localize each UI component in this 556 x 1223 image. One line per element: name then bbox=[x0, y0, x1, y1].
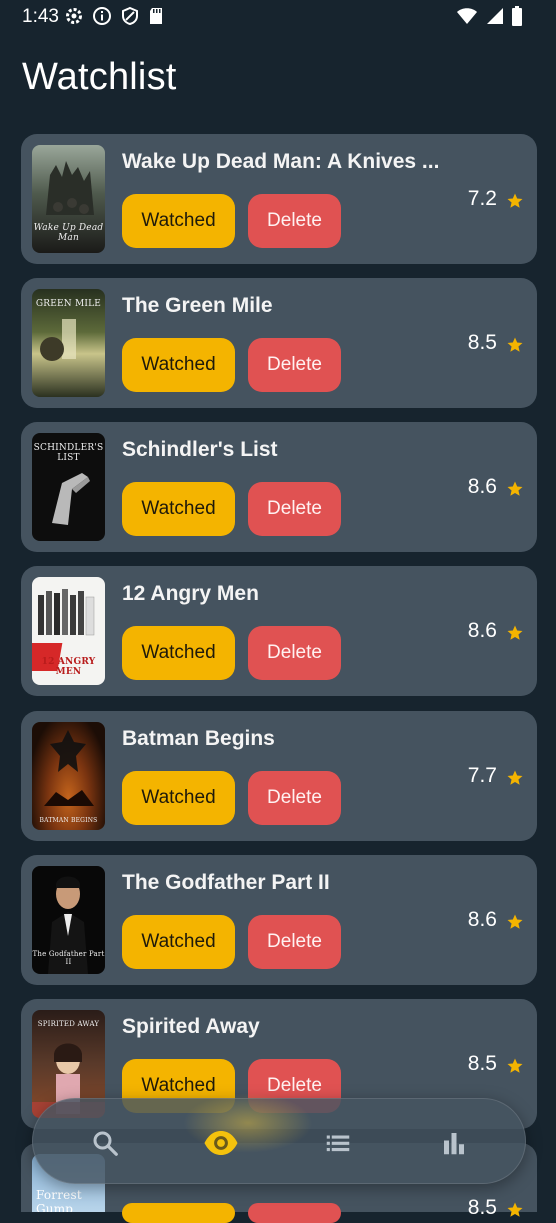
star-icon bbox=[507, 625, 523, 640]
watched-button[interactable]: Watched bbox=[122, 626, 235, 680]
movie-title: The Green Mile bbox=[122, 294, 273, 317]
movie-title: Batman Begins bbox=[122, 727, 275, 750]
star-icon bbox=[507, 337, 523, 352]
poster-text: BATMAN BEGINS bbox=[39, 817, 98, 824]
star-icon bbox=[507, 1202, 523, 1217]
star-icon bbox=[507, 770, 523, 785]
delete-button[interactable]: Delete bbox=[248, 771, 341, 825]
delete-button[interactable]: Delete bbox=[248, 482, 341, 536]
watched-button[interactable]: Watched bbox=[122, 482, 235, 536]
movie-rating: 8.5 bbox=[467, 1052, 497, 1075]
delete-button[interactable]: Delete bbox=[248, 338, 341, 392]
nav-list[interactable] bbox=[316, 1121, 360, 1165]
delete-button[interactable]: Delete bbox=[248, 626, 341, 680]
star-icon bbox=[507, 193, 523, 208]
movie-rating: 8.6 bbox=[467, 908, 497, 931]
movie-card[interactable]: Wake Up Dead Man Wake Up Dead Man: A Kni… bbox=[21, 134, 537, 264]
movie-rating: 8.5 bbox=[467, 1196, 497, 1219]
search-icon bbox=[93, 1131, 118, 1156]
nav-stats[interactable] bbox=[432, 1121, 476, 1165]
poster-text: Forrest Gump bbox=[36, 1188, 82, 1212]
list-icon bbox=[326, 1135, 350, 1152]
movie-card[interactable]: The Godfather Part II The Godfather Part… bbox=[21, 855, 537, 985]
nav-watchlist[interactable] bbox=[199, 1121, 243, 1165]
movie-poster: BATMAN BEGINS bbox=[32, 722, 105, 830]
movie-title: Wake Up Dead Man: A Knives ... bbox=[122, 150, 440, 173]
movie-rating: 7.2 bbox=[467, 187, 497, 210]
delete-button[interactable]: Delete bbox=[248, 194, 341, 248]
poster-text: SPIRITED AWAY bbox=[37, 1020, 100, 1028]
movie-rating: 8.6 bbox=[467, 475, 497, 498]
movie-card[interactable]: SCHINDLER'S LIST Schindler's List Watche… bbox=[21, 422, 537, 552]
watchlist: Wake Up Dead Man Wake Up Dead Man: A Kni… bbox=[0, 0, 556, 1223]
bar-chart-icon bbox=[444, 1133, 464, 1155]
movie-poster: The Godfather Part II bbox=[32, 866, 105, 974]
bottom-nav bbox=[32, 1093, 526, 1184]
star-icon bbox=[507, 1058, 523, 1073]
movie-rating: 7.7 bbox=[467, 764, 497, 787]
movie-title: Spirited Away bbox=[122, 1015, 260, 1038]
nav-search[interactable] bbox=[83, 1121, 127, 1165]
delete-button[interactable] bbox=[248, 1203, 341, 1223]
poster-text: 12 ANGRY MEN bbox=[41, 657, 96, 677]
watched-button[interactable]: Watched bbox=[122, 338, 235, 392]
star-icon bbox=[507, 481, 523, 496]
movie-card[interactable]: 12 ANGRY MEN 12 Angry Men Watched Delete… bbox=[21, 566, 537, 696]
movie-card[interactable]: BATMAN BEGINS Batman Begins Watched Dele… bbox=[21, 711, 537, 841]
movie-title: The Godfather Part II bbox=[122, 871, 330, 894]
movie-rating: 8.6 bbox=[467, 619, 497, 642]
movie-poster: 12 ANGRY MEN bbox=[32, 577, 105, 685]
movie-rating: 8.5 bbox=[467, 331, 497, 354]
poster-text: SCHINDLER'S LIST bbox=[33, 443, 104, 463]
watched-button[interactable]: Watched bbox=[122, 771, 235, 825]
movie-title: 12 Angry Men bbox=[122, 582, 259, 605]
watched-button[interactable]: Watched bbox=[122, 915, 235, 969]
movie-poster: SCHINDLER'S LIST bbox=[32, 433, 105, 541]
delete-button[interactable]: Delete bbox=[248, 915, 341, 969]
star-icon bbox=[507, 914, 523, 929]
poster-text: The Godfather Part II bbox=[32, 950, 105, 966]
movie-card[interactable]: GREEN MILE The Green Mile Watched Delete… bbox=[21, 278, 537, 408]
movie-title: Schindler's List bbox=[122, 438, 278, 461]
eye-icon bbox=[204, 1131, 238, 1155]
poster-art bbox=[44, 730, 94, 806]
movie-poster: Wake Up Dead Man bbox=[32, 145, 105, 253]
watched-button[interactable] bbox=[122, 1203, 235, 1223]
watched-button[interactable]: Watched bbox=[122, 194, 235, 248]
poster-text: GREEN MILE bbox=[35, 299, 102, 309]
movie-poster: GREEN MILE bbox=[32, 289, 105, 397]
poster-text: Wake Up Dead Man bbox=[33, 223, 104, 243]
